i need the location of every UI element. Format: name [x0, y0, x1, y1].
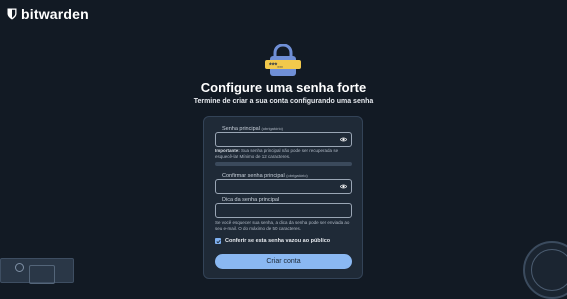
decorative-illustration-right	[523, 241, 567, 299]
create-account-button[interactable]: Criar conta	[215, 254, 352, 269]
password-mask: ***...	[269, 63, 283, 70]
decorative-ring	[531, 249, 567, 291]
decorative-panel	[29, 265, 55, 284]
breach-check-label: Conferir se esta senha vazou ao público	[225, 238, 331, 244]
decorative-circle	[15, 263, 24, 272]
password-hint-help: Se você esquecer sua senha, a dica da se…	[215, 220, 350, 231]
master-password-label: Senha principal (obrigatório)	[221, 126, 285, 132]
eye-icon[interactable]	[340, 136, 347, 143]
page-subtitle: Termine de criar a sua conta configurand…	[193, 98, 374, 105]
breach-checkbox[interactable]	[215, 238, 221, 244]
password-hint-label: Dica da senha principal	[221, 197, 281, 203]
confirm-password-label: Confirmar senha principal (obrigatório)	[221, 173, 309, 179]
confirm-password-field[interactable]: Confirmar senha principal (obrigatório)	[215, 173, 352, 194]
page-title: Configure uma senha forte	[200, 80, 367, 95]
required-tag: (obrigatório)	[261, 126, 284, 131]
bitwarden-logo: bitwarden	[7, 6, 89, 22]
shield-icon	[7, 8, 17, 20]
important-note: Importante: Sua senha principal não pode…	[215, 148, 353, 160]
master-password-field[interactable]: Senha principal (obrigatório)	[215, 126, 352, 147]
brand-name: bitwarden	[21, 6, 89, 22]
decorative-illustration-left	[0, 258, 74, 284]
create-password-card: Senha principal (obrigatório) Importante…	[203, 116, 363, 279]
breach-check-row[interactable]: Conferir se esta senha vazou ao público	[215, 238, 330, 244]
padlock-password-icon: ***...	[265, 44, 301, 76]
important-lead: Importante:	[215, 148, 240, 153]
eye-icon[interactable]	[340, 183, 347, 190]
required-tag: (obrigatório)	[286, 173, 308, 178]
checkmark-icon	[215, 239, 221, 243]
password-strength-meter	[215, 162, 352, 166]
password-hint-field[interactable]: Dica da senha principal	[215, 197, 352, 218]
